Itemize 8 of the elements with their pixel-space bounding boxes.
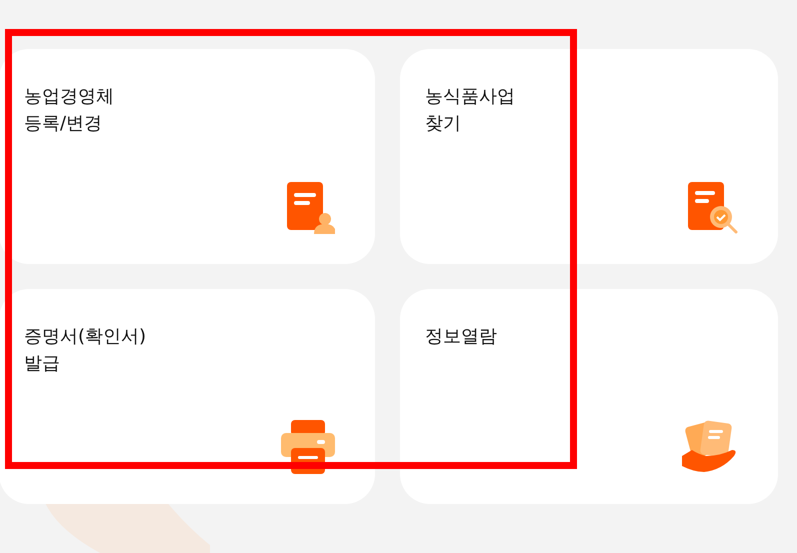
printer-icon (281, 420, 335, 474)
document-person-icon (285, 182, 335, 234)
menu-card[interactable]: 농업경영체 등록/변경 (0, 49, 375, 264)
menu-card[interactable]: 농식품사업 찾기 (400, 49, 778, 264)
menu-card[interactable]: 증명서(확인서) 발급 (0, 289, 375, 504)
hand-documents-icon (682, 420, 738, 474)
menu-card[interactable]: 정보열람 (400, 289, 778, 504)
document-search-icon (686, 182, 738, 234)
